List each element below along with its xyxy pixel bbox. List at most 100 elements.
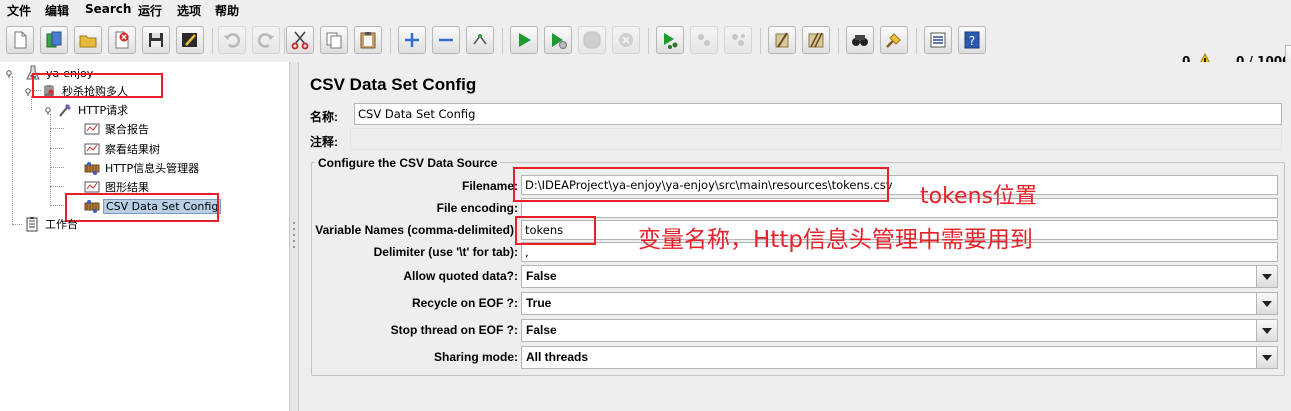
svg-text:?: ? <box>969 34 975 48</box>
page-title: CSV Data Set Config <box>310 75 477 94</box>
start-no-pause-icon <box>552 33 567 49</box>
clear-all-icon <box>808 32 824 48</box>
sharing-mode-select[interactable]: All threads <box>521 346 1278 369</box>
tree-item-http-request[interactable]: HTTP请求 <box>76 102 130 118</box>
expand-handle-icon[interactable] <box>43 105 53 115</box>
templates-button[interactable] <box>40 26 68 54</box>
clear-button[interactable] <box>768 26 796 54</box>
menu-file[interactable]: 文件 <box>7 2 31 19</box>
listener-icon <box>84 143 100 155</box>
annotation-box-csv-config <box>65 193 219 222</box>
tree-item-header-manager[interactable]: HTTP信息头管理器 <box>103 160 201 176</box>
menu-search[interactable]: Search <box>85 2 131 16</box>
shutdown-icon <box>619 33 633 47</box>
remote-shutdown-icon <box>732 34 745 46</box>
menu-help[interactable]: 帮助 <box>215 2 239 19</box>
comment-label: 注释: <box>310 135 338 149</box>
copy-button[interactable] <box>320 26 348 54</box>
chevron-down-icon[interactable] <box>1256 320 1277 341</box>
expand-icon <box>405 33 419 47</box>
allow-quoted-value: False <box>526 269 557 283</box>
config-element-icon <box>84 162 100 175</box>
paste-icon <box>360 32 376 49</box>
undo-icon <box>224 33 241 48</box>
csv-source-group-title: Configure the CSV Data Source <box>315 156 501 170</box>
templates-icon <box>46 31 62 48</box>
save-icon <box>149 33 163 47</box>
split-pane-divider[interactable] <box>289 62 299 411</box>
recycle-eof-value: True <box>526 296 552 310</box>
toggle-button[interactable] <box>466 26 494 54</box>
start-no-pause-button[interactable] <box>544 26 572 54</box>
annotation-box-thread-group <box>32 73 163 98</box>
expand-button[interactable] <box>398 26 426 54</box>
stop-thread-label: Stop thread on EOF ?: <box>390 323 518 337</box>
reset-search-button[interactable] <box>880 26 908 54</box>
help-button[interactable]: ? <box>958 26 986 54</box>
name-field[interactable]: CSV Data Set Config <box>354 103 1282 125</box>
toolbar: ? 0 0 / 1000 <box>0 20 1291 77</box>
remote-stop-button[interactable] <box>690 26 718 54</box>
paste-button[interactable] <box>354 26 382 54</box>
variable-names-label: Variable Names (comma-delimited): <box>315 223 518 237</box>
http-sampler-icon <box>59 104 71 117</box>
reset-search-icon <box>886 33 901 48</box>
open-button[interactable] <box>74 26 102 54</box>
search-icon <box>852 35 868 46</box>
start-button[interactable] <box>510 26 538 54</box>
undo-button[interactable] <box>218 26 246 54</box>
stop-thread-value: False <box>526 323 557 337</box>
delimiter-label: Delimiter (use '\t' for tab): <box>373 245 518 259</box>
filename-label: Filename: <box>461 179 518 193</box>
stop-button[interactable] <box>578 26 606 54</box>
expand-handle-icon[interactable] <box>4 68 14 78</box>
menu-run[interactable]: 运行 <box>138 2 162 19</box>
test-plan-tree[interactable]: ya-enjoy 秒杀抢购多人 HTTP请求 聚合报告 察看结果树 HTTP信息… <box>0 62 289 411</box>
search-button[interactable] <box>846 26 874 54</box>
sharing-mode-value: All threads <box>526 350 589 364</box>
menu-options[interactable]: 选项 <box>177 2 201 19</box>
file-encoding-label: File encoding: <box>436 201 518 215</box>
remote-stop-icon <box>698 34 710 46</box>
recycle-eof-select[interactable]: True <box>521 292 1278 315</box>
stop-icon <box>583 31 601 49</box>
new-button[interactable] <box>6 26 34 54</box>
tree-item-workbench[interactable]: 工作台 <box>43 216 80 232</box>
chevron-down-icon[interactable] <box>1256 266 1277 287</box>
open-icon <box>79 35 97 48</box>
start-icon <box>519 33 531 47</box>
remote-start-button[interactable] <box>656 26 684 54</box>
workbench-icon <box>26 217 38 232</box>
collapse-button[interactable] <box>432 26 460 54</box>
menu-bar: 文件 编辑 Search 运行 选项 帮助 <box>0 0 1291 20</box>
config-panel: CSV Data Set Config 名称: CSV Data Set Con… <box>299 62 1291 411</box>
menu-edit[interactable]: 编辑 <box>45 2 69 19</box>
cut-button[interactable] <box>286 26 314 54</box>
annotation-variable-note: 变量名称，Http信息头管理中需要用到 <box>638 227 1033 253</box>
help-icon: ? <box>964 31 980 49</box>
recycle-eof-label: Recycle on EOF ?: <box>411 296 518 310</box>
save-as-button[interactable] <box>176 26 204 54</box>
tree-item-results-tree[interactable]: 察看结果树 <box>103 141 162 157</box>
shutdown-button[interactable] <box>612 26 640 54</box>
function-helper-button[interactable] <box>924 26 952 54</box>
cut-icon <box>291 31 309 50</box>
function-helper-icon <box>930 32 946 48</box>
new-icon <box>14 31 27 49</box>
sharing-mode-label: Sharing mode: <box>433 350 518 364</box>
redo-button[interactable] <box>252 26 280 54</box>
allow-quoted-select[interactable]: False <box>521 265 1278 288</box>
chevron-down-icon[interactable] <box>1256 347 1277 368</box>
clear-icon <box>775 32 789 48</box>
collapse-icon <box>439 38 453 42</box>
stop-thread-select[interactable]: False <box>521 319 1278 342</box>
toggle-icon <box>473 34 487 45</box>
save-button[interactable] <box>142 26 170 54</box>
remote-shutdown-button[interactable] <box>724 26 752 54</box>
close-button[interactable] <box>108 26 136 54</box>
redo-icon <box>257 33 274 48</box>
clear-all-button[interactable] <box>802 26 830 54</box>
comment-field[interactable] <box>350 128 1282 150</box>
tree-item-aggregate-report[interactable]: 聚合报告 <box>103 121 151 137</box>
chevron-down-icon[interactable] <box>1256 293 1277 314</box>
